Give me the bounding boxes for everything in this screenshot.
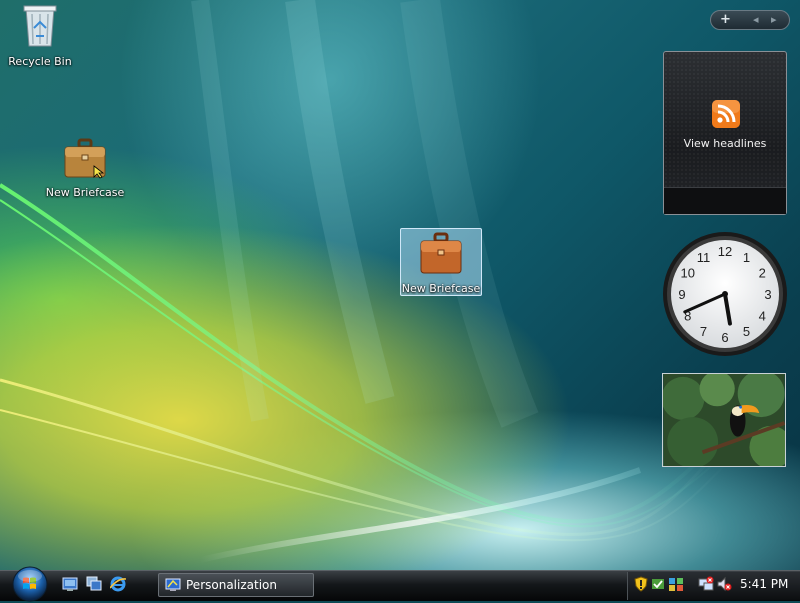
personalization-icon <box>165 578 181 591</box>
start-button[interactable] <box>10 565 50 603</box>
rss-feed-icon <box>712 100 740 128</box>
clock-numeral: 10 <box>681 266 695 281</box>
show-desktop-icon[interactable] <box>62 576 78 592</box>
view-headlines-link[interactable]: View headlines <box>664 137 786 150</box>
desktop-icon-label: New Briefcase <box>45 186 125 199</box>
add-gadget-button[interactable]: + <box>720 12 731 27</box>
taskbar-button-personalization[interactable]: Personalization <box>158 573 314 597</box>
mouse-cursor-icon <box>93 165 105 179</box>
gadget-footer <box>664 187 786 214</box>
windows-update-icon[interactable] <box>650 576 666 592</box>
previous-page-button[interactable]: ◂ <box>753 13 759 26</box>
briefcase-icon <box>420 232 462 274</box>
clock-numeral: 6 <box>721 330 728 345</box>
clock-numeral: 4 <box>759 309 766 324</box>
desktop-icon-new-briefcase[interactable]: New Briefcase <box>45 137 125 199</box>
gadget-toolbar: + ◂ ▸ <box>710 10 790 30</box>
next-page-button[interactable]: ▸ <box>771 13 777 26</box>
desktop-icon-recycle-bin[interactable]: Recycle Bin <box>0 2 80 68</box>
taskbar-clock[interactable]: 5:41 PM <box>740 577 788 591</box>
clock-numeral: 12 <box>718 244 732 259</box>
security-shield-icon[interactable] <box>634 576 648 592</box>
recycle-bin-icon <box>23 5 57 47</box>
clock-numeral: 2 <box>759 266 766 281</box>
desktop-icon-label: New Briefcase <box>401 282 481 295</box>
clock-numeral: 3 <box>764 287 771 302</box>
volume-muted-icon[interactable] <box>716 576 732 592</box>
desktop-icon-new-briefcase-selected[interactable]: New Briefcase <box>400 228 482 296</box>
switch-windows-icon[interactable] <box>86 576 102 592</box>
desktop-icon-label: Recycle Bin <box>8 55 72 68</box>
network-disconnected-icon[interactable] <box>698 576 714 592</box>
clock-numeral: 1 <box>743 250 750 265</box>
taskbar-button-label: Personalization <box>186 578 277 592</box>
clock-numeral: 9 <box>678 287 685 302</box>
clock-numeral: 7 <box>700 324 707 339</box>
sync-center-icon[interactable] <box>668 576 684 592</box>
internet-explorer-icon[interactable] <box>110 576 126 592</box>
clock-numeral: 11 <box>697 250 711 265</box>
feed-headlines-gadget[interactable]: View headlines <box>663 51 787 215</box>
clock-numeral: 5 <box>743 324 750 339</box>
slideshow-gadget[interactable] <box>662 373 786 467</box>
clock-gadget[interactable]: 12 1234567891011 <box>662 231 788 357</box>
